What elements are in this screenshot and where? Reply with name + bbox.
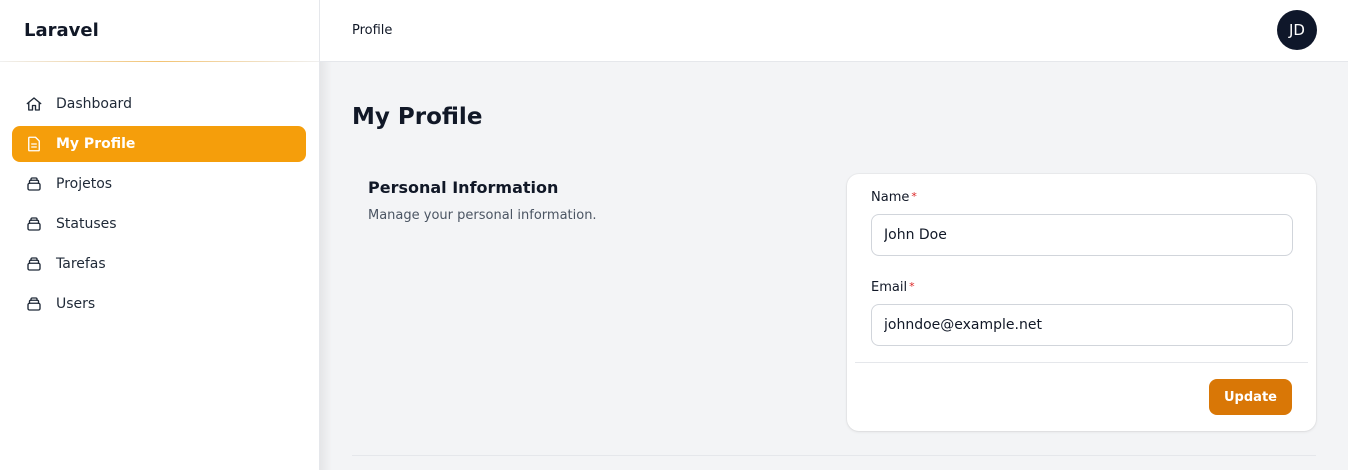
profile-form-card: Name* Email* Update bbox=[847, 174, 1316, 431]
required-marker: * bbox=[909, 280, 915, 293]
sidebar-item-label: Tarefas bbox=[56, 256, 106, 272]
section-divider bbox=[352, 455, 1316, 456]
required-marker: * bbox=[911, 190, 917, 203]
sidebar-item-label: Projetos bbox=[56, 176, 113, 192]
name-label-text: Name bbox=[871, 190, 910, 205]
section-title: Personal Information bbox=[368, 178, 559, 197]
name-label: Name * bbox=[871, 190, 917, 205]
section-description: Manage your personal information. bbox=[368, 208, 597, 223]
brand-divider bbox=[0, 61, 319, 62]
document-icon bbox=[24, 134, 44, 154]
collection-icon bbox=[24, 294, 44, 314]
breadcrumb[interactable]: Profile bbox=[352, 23, 392, 38]
home-icon bbox=[24, 94, 44, 114]
sidebar-item-tarefas[interactable]: Tarefas bbox=[12, 246, 306, 282]
page-title: My Profile bbox=[352, 104, 483, 130]
sidebar-nav: Dashboard My Profile Projetos Statuses T… bbox=[0, 62, 319, 322]
sidebar-item-label: Statuses bbox=[56, 216, 117, 232]
sidebar-item-label: Users bbox=[56, 296, 96, 312]
sidebar: Laravel Dashboard My Profile Projetos St… bbox=[0, 0, 320, 470]
collection-icon bbox=[24, 214, 44, 234]
sidebar-item-users[interactable]: Users bbox=[12, 286, 306, 322]
sidebar-shadow bbox=[320, 62, 332, 470]
sidebar-item-dashboard[interactable]: Dashboard bbox=[12, 86, 306, 122]
name-field[interactable] bbox=[871, 214, 1293, 256]
avatar[interactable]: JD bbox=[1277, 10, 1317, 50]
collection-icon bbox=[24, 254, 44, 274]
email-field[interactable] bbox=[871, 304, 1293, 346]
brand-name: Laravel bbox=[24, 20, 99, 41]
avatar-initials: JD bbox=[1289, 21, 1305, 39]
sidebar-item-projetos[interactable]: Projetos bbox=[12, 166, 306, 202]
topbar: Profile JD bbox=[320, 0, 1348, 62]
sidebar-item-my-profile[interactable]: My Profile bbox=[12, 126, 306, 162]
email-label: Email * bbox=[871, 280, 915, 295]
collection-icon bbox=[24, 174, 44, 194]
sidebar-item-statuses[interactable]: Statuses bbox=[12, 206, 306, 242]
card-divider bbox=[855, 362, 1308, 363]
email-label-text: Email bbox=[871, 280, 908, 295]
sidebar-item-label: Dashboard bbox=[56, 96, 132, 112]
brand-logo[interactable]: Laravel bbox=[0, 0, 319, 62]
sidebar-item-label: My Profile bbox=[56, 136, 136, 152]
update-button[interactable]: Update bbox=[1209, 379, 1292, 415]
